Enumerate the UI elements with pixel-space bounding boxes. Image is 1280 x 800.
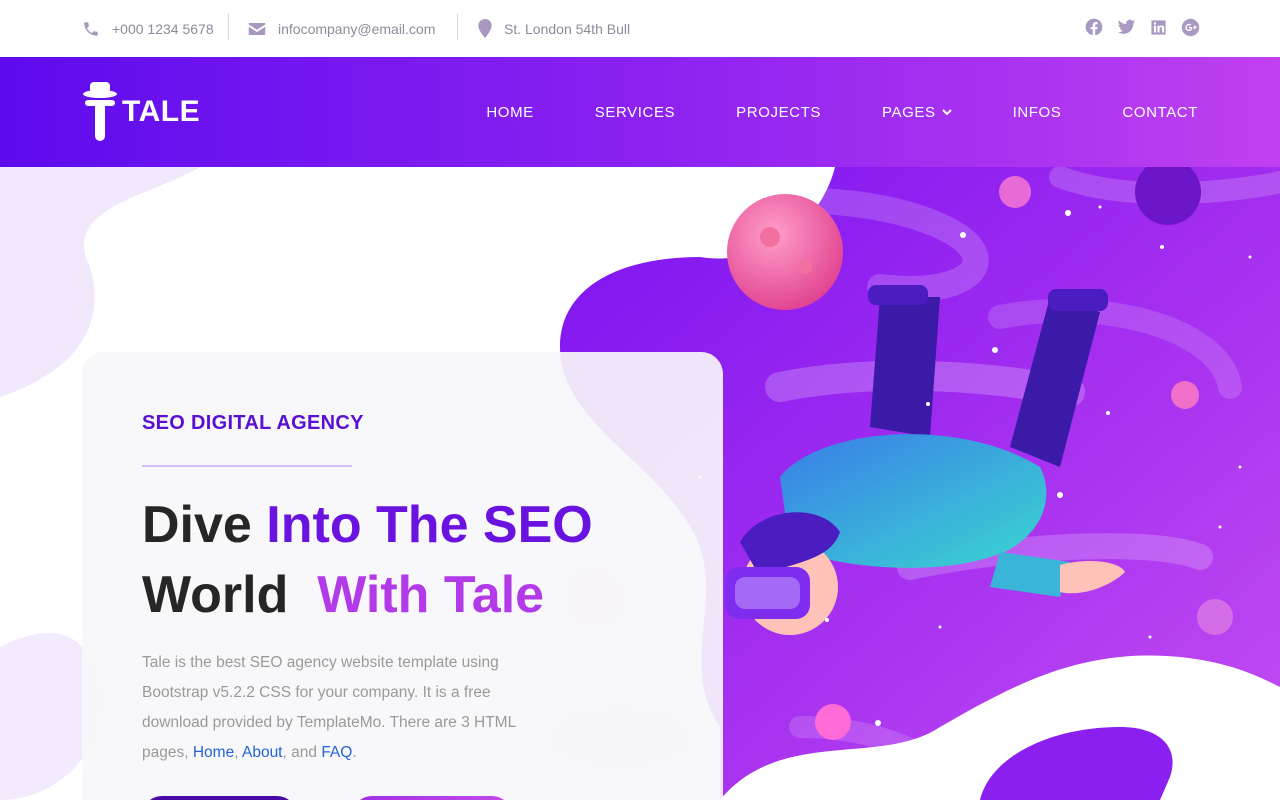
hero-description: Tale is the best SEO agency website temp… (142, 654, 516, 761)
faq-link[interactable]: FAQ (321, 744, 352, 761)
nav-item-pages-label: PAGES (881, 103, 936, 121)
facebook-icon[interactable] (1084, 17, 1104, 37)
linkedin-icon[interactable] (1148, 17, 1168, 37)
map-pin-icon (478, 19, 492, 38)
nav-item-pages[interactable]: PAGES (882, 104, 952, 121)
hat-person-logo-icon (83, 82, 117, 141)
nav-item-contact[interactable]: CONTACT (1122, 104, 1198, 121)
hero-title-part4: With Tale (317, 566, 545, 624)
email-address[interactable]: infocompany@email.com (278, 21, 435, 37)
nav-item-projects[interactable]: PROJECTS (736, 104, 821, 121)
street-address: St. London 54th Bull (504, 20, 631, 37)
nav-item-services[interactable]: SERVICES (595, 104, 675, 121)
main-navigation: HOME SERVICES PROJECTS PAGES INFOS CONTA… (425, 57, 1198, 167)
about-link[interactable]: About (242, 744, 283, 761)
hero-section: SEO DIGITAL AGENCY Dive Into The SEO Wor… (0, 167, 1280, 800)
phone-icon (84, 21, 98, 36)
main-header: TALE HOME SERVICES PROJECTS PAGES INFOS … (0, 57, 1280, 167)
hero-desc-end: . (352, 744, 357, 761)
hero-desc-and: and (291, 744, 317, 761)
address-info: St. London 54th Bull (478, 0, 630, 57)
hero-title: Dive Into The SEO World With Tale (142, 490, 593, 630)
brand-logo[interactable]: TALE (82, 82, 200, 142)
nav-item-home[interactable]: HOME (486, 104, 533, 121)
home-link[interactable]: Home (193, 744, 234, 761)
primary-cta-button[interactable] (142, 796, 297, 800)
twitter-icon[interactable] (1116, 17, 1136, 37)
phone-number: +000 1234 5678 (112, 20, 214, 37)
divider (457, 14, 458, 40)
brand-name: TALE (122, 95, 201, 128)
phone-info: +000 1234 5678 (82, 0, 214, 57)
kicker-underline (142, 465, 352, 467)
hero-kicker: SEO DIGITAL AGENCY (142, 412, 364, 434)
envelope-icon (248, 22, 266, 35)
hero-title-part1: Dive (142, 496, 252, 554)
hero-title-part2: Into The SEO (266, 496, 593, 554)
nav-item-infos[interactable]: INFOS (1013, 104, 1062, 121)
hero-title-part3: World (142, 566, 289, 624)
hero-text-card: SEO DIGITAL AGENCY Dive Into The SEO Wor… (82, 352, 723, 800)
email-info: infocompany@email.com (248, 0, 435, 57)
divider (228, 14, 229, 40)
secondary-cta-button[interactable] (352, 796, 512, 800)
google-plus-icon[interactable] (1180, 17, 1200, 37)
social-links (1084, 17, 1200, 37)
chevron-down-icon (941, 108, 952, 115)
top-info-bar: +000 1234 5678 infocompany@email.com St.… (0, 0, 1280, 57)
